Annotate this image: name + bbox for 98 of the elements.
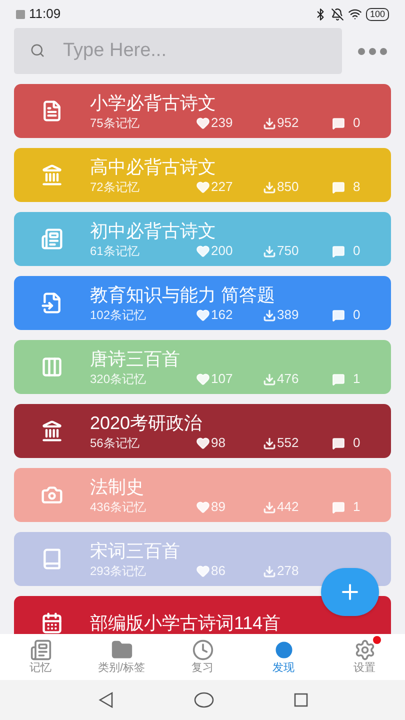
- bank-icon: [41, 420, 63, 442]
- search-icon: [30, 43, 45, 58]
- like-count: 239: [211, 115, 233, 131]
- download-icon: [263, 244, 276, 258]
- heart-icon: [196, 372, 210, 386]
- deck-card[interactable]: 初中必背古诗文 61条记忆 200 750 0: [14, 212, 391, 266]
- newspaper-icon: [30, 639, 52, 661]
- battery-indicator: 100: [366, 8, 389, 20]
- heart-icon: [196, 564, 210, 578]
- deck-card[interactable]: 教育知识与能力 简答题 102条记忆 162 389 0: [14, 276, 391, 330]
- recents-icon[interactable]: [294, 693, 308, 707]
- back-icon[interactable]: [98, 692, 114, 708]
- deck-title: 唐诗三百首: [90, 348, 181, 371]
- heart-icon: [196, 500, 210, 514]
- download-icon: [263, 372, 276, 386]
- download-count: 389: [277, 307, 299, 323]
- deck-title: 宋词三百首: [90, 540, 181, 563]
- bank-icon: [41, 164, 63, 186]
- document-icon: [41, 100, 63, 122]
- like-count: 89: [211, 499, 226, 515]
- deck-card[interactable]: 2020考研政治 56条记忆 98 552 0: [14, 404, 391, 458]
- deck-title: 初中必背古诗文: [90, 220, 217, 243]
- notification-icon: [16, 10, 25, 18]
- like-count: 227: [211, 179, 233, 195]
- deck-title: 高中必背古诗文: [90, 156, 217, 179]
- comment-count: 1: [353, 371, 360, 387]
- memory-count: 56条记忆: [90, 435, 140, 451]
- memory-count: 436条记忆: [90, 499, 148, 515]
- comment-icon: [332, 500, 345, 514]
- deck-title: 2020考研政治: [90, 412, 204, 435]
- comment-count: 8: [353, 179, 360, 195]
- status-time: 11:09: [29, 5, 61, 24]
- download-icon: [263, 180, 276, 194]
- download-count: 952: [277, 115, 299, 131]
- download-count: 476: [277, 371, 299, 387]
- like-count: 162: [211, 307, 233, 323]
- deck-title: 小学必背古诗文: [90, 92, 217, 115]
- search-field[interactable]: Type Here...: [14, 28, 342, 74]
- columns-icon: [41, 356, 63, 378]
- book-icon: [41, 548, 63, 570]
- like-count: 107: [211, 371, 233, 387]
- clock-icon: [192, 639, 214, 661]
- like-count: 98: [211, 435, 226, 451]
- comment-icon: [332, 308, 345, 322]
- nav-tab[interactable]: 复习: [162, 634, 243, 680]
- deck-card[interactable]: 小学必背古诗文 75条记忆 239 952 0: [14, 84, 391, 138]
- deck-card[interactable]: 部编版小学古诗词114首: [14, 596, 391, 634]
- folder-icon: [110, 639, 132, 661]
- deck-title: 法制史: [90, 476, 145, 499]
- deck-title: 教育知识与能力 简答题: [90, 284, 276, 307]
- download-icon: [263, 308, 276, 322]
- comment-count: 1: [353, 499, 360, 515]
- comment-icon: [332, 180, 345, 194]
- download-icon: [263, 116, 276, 130]
- download-icon: [263, 564, 276, 578]
- comment-count: 0: [353, 243, 360, 259]
- memory-count: 320条记忆: [90, 371, 148, 387]
- deck-card[interactable]: 高中必背古诗文 72条记忆 227 850 8: [14, 148, 391, 202]
- download-count: 442: [277, 499, 299, 515]
- comment-icon: [332, 436, 345, 450]
- deck-card[interactable]: 法制史 436条记忆 89 442 1: [14, 468, 391, 522]
- camera-icon: [41, 484, 63, 506]
- memory-count: 293条记忆: [90, 563, 148, 579]
- deck-title: 部编版小学古诗词114首: [90, 612, 282, 634]
- file-import-icon: [41, 292, 63, 314]
- nav-tab[interactable]: 发现: [243, 634, 324, 680]
- mute-icon: [330, 8, 344, 20]
- download-count: 552: [277, 435, 299, 451]
- comment-count: 0: [353, 307, 360, 323]
- comment-icon: [332, 116, 345, 130]
- download-icon: [263, 500, 276, 514]
- newspaper-icon: [41, 228, 63, 250]
- nav-tab[interactable]: 设置: [324, 634, 405, 680]
- heart-icon: [196, 244, 210, 258]
- nav-tab[interactable]: 记忆: [0, 634, 81, 680]
- comment-count: 0: [353, 115, 360, 131]
- nav-tab[interactable]: 类别/标签: [81, 634, 162, 680]
- memory-count: 72条记忆: [90, 179, 140, 195]
- download-count: 750: [277, 243, 299, 259]
- heart-icon: [196, 436, 210, 450]
- like-count: 86: [211, 563, 226, 579]
- heart-icon: [196, 308, 210, 322]
- download-count: 850: [277, 179, 299, 195]
- memory-count: 61条记忆: [90, 243, 140, 259]
- like-count: 200: [211, 243, 233, 259]
- comment-count: 0: [353, 435, 360, 451]
- heart-icon: [196, 180, 210, 194]
- comment-icon: [332, 244, 345, 258]
- memory-count: 102条记忆: [90, 307, 148, 323]
- settings-icon: [354, 639, 376, 661]
- heart-icon: [196, 116, 210, 130]
- memory-count: 75条记忆: [90, 115, 140, 131]
- home-icon[interactable]: [194, 692, 214, 708]
- deck-card[interactable]: 唐诗三百首 320条记忆 107 476 1: [14, 340, 391, 394]
- download-count: 278: [277, 563, 299, 579]
- download-icon: [263, 436, 276, 450]
- wifi-icon: [348, 7, 362, 21]
- comment-icon: [332, 372, 345, 386]
